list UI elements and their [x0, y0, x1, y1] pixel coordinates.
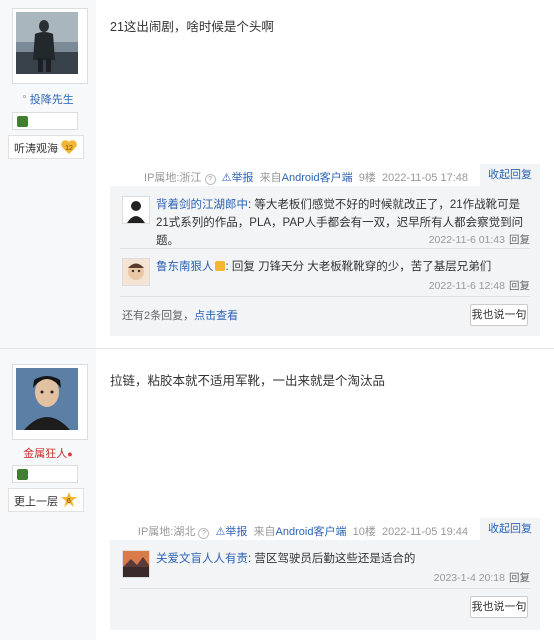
reply-list: 背着剑的江湖郎中: 等大老板们感觉不好的时候就改正了，21作战靴可是21式系列的…: [110, 186, 540, 336]
more-replies-text: 还有2条回复，: [122, 310, 195, 322]
level-icon: [17, 469, 28, 480]
reply-item: 关爱文盲人人有责: 营区驾驶员后勤这些还是适合的 2023-1-4 20:18 回…: [120, 550, 530, 584]
reply-text: : 营区驾驶员后勤这些还是适合的: [248, 553, 416, 565]
reply-link[interactable]: 回复: [509, 572, 530, 584]
author-avatar[interactable]: [12, 364, 88, 440]
lips-icon: ●: [67, 449, 73, 459]
reply-body: 关爱文盲人人有责: 营区驾驶员后勤这些还是适合的: [156, 550, 530, 568]
avatar-image: [16, 12, 78, 74]
member-badge[interactable]: 更上一层 6: [8, 488, 84, 512]
help-icon: ?: [198, 528, 210, 539]
post-time: 2022-11-05 17:48: [381, 172, 468, 184]
post-floor-9: ° 投降先生 听涛观海 12 21这出闹剧，啥时候是个头啊 IP属地:浙江 ? …: [0, 0, 554, 348]
report-link[interactable]: 举报: [225, 526, 247, 538]
ip-location: IP属地:湖北: [137, 526, 196, 538]
reply-link[interactable]: 回复: [509, 234, 530, 246]
floor-number: 10楼: [352, 526, 376, 538]
reply-divider: [120, 248, 530, 249]
post-content: 拉链，粘胶本就不适用军靴，一出来就是个淘汰品: [110, 374, 386, 388]
reply-meta: 2022-11-6 12:48 回复: [429, 278, 530, 293]
author-name[interactable]: 金属狂人●: [0, 445, 96, 461]
badge-text: 更上一层: [14, 496, 58, 508]
reply-body: 鲁东南狠人 : 回复 刀锋天分 大老板靴靴穿的少，苦了基层兄弟们: [156, 258, 530, 276]
author-panel: ° 投降先生 听涛观海 12: [0, 0, 96, 348]
say-something-button[interactable]: 我也说一句: [470, 304, 528, 326]
reply-divider: [120, 296, 530, 297]
client-link[interactable]: Android客户端: [276, 526, 347, 538]
reply-list: 关爱文盲人人有责: 营区驾驶员后勤这些还是适合的 2023-1-4 20:18 回…: [110, 540, 540, 630]
reply-avatar[interactable]: [122, 258, 150, 286]
badge-text: 听涛观海: [14, 143, 58, 155]
warning-icon: ⚠: [215, 526, 226, 538]
name-prefix: °: [22, 94, 27, 106]
level-box[interactable]: [12, 112, 78, 130]
level-box[interactable]: [12, 465, 78, 483]
post-floor-10: 金属狂人● 更上一层 6 拉链，粘胶本就不适用军靴，一出来就是个淘汰品 IP属地…: [0, 349, 554, 640]
warning-icon: ⚠: [221, 172, 232, 184]
level-icon: [17, 116, 28, 127]
reply-author[interactable]: 鲁东南狠人: [156, 261, 214, 273]
collapse-replies-button[interactable]: 收起回复: [480, 518, 540, 540]
reply-time: 2023-1-4 20:18: [433, 572, 505, 584]
vip-icon: [214, 261, 225, 271]
reply-time: 2022-11-6 01:43: [428, 234, 505, 246]
post-meta: IP属地:湖北 ? ⚠举报 来自Android客户端 10楼 2022-11-0…: [138, 523, 468, 539]
reply-author[interactable]: 关爱文盲人人有责: [156, 553, 248, 565]
post-meta: IP属地:浙江 ? ⚠举报 来自Android客户端 9楼 2022-11-05…: [144, 169, 468, 185]
member-badge[interactable]: 听涛观海 12: [8, 135, 84, 159]
post-time: 2022-11-05 19:44: [381, 526, 468, 538]
author-panel: 金属狂人● 更上一层 6: [0, 349, 96, 640]
avatar-image: [16, 368, 78, 430]
badge-level: 12: [65, 145, 73, 152]
badge-level: 6: [67, 498, 71, 505]
author-avatar[interactable]: [12, 8, 88, 84]
author-name[interactable]: ° 投降先生: [0, 91, 96, 107]
reply-meta: 2023-1-4 20:18 回复: [434, 570, 530, 585]
author-name-text[interactable]: 投降先生: [30, 94, 74, 106]
reply-time: 2022-11-6 12:48: [428, 280, 505, 292]
author-name-text[interactable]: 金属狂人: [23, 448, 67, 460]
ip-location: IP属地:浙江: [144, 172, 202, 184]
say-something-button[interactable]: 我也说一句: [470, 596, 528, 618]
level-star-icon: 6: [61, 492, 77, 507]
reply-item: 背着剑的江湖郎中: 等大老板们感觉不好的时候就改正了，21作战靴可是21式系列的…: [120, 196, 530, 247]
view-more-link[interactable]: 点击查看: [194, 310, 238, 322]
more-replies: 还有2条回复，点击查看: [122, 307, 238, 323]
floor-number: 9楼: [358, 172, 376, 184]
client-prefix: 来自: [259, 172, 282, 184]
client-link[interactable]: Android客户端: [282, 172, 353, 184]
reply-meta: 2022-11-6 01:43 回复: [429, 232, 530, 247]
post-content: 21这出闹剧，啥时候是个头啊: [110, 20, 274, 34]
level-heart-icon: 12: [61, 140, 77, 154]
reply-avatar[interactable]: [122, 550, 150, 578]
help-icon: ?: [204, 174, 216, 185]
client-prefix: 来自: [253, 526, 276, 538]
reply-avatar[interactable]: [122, 196, 150, 224]
reply-divider: [120, 588, 530, 589]
reply-author[interactable]: 背着剑的江湖郎中: [156, 199, 248, 211]
report-link[interactable]: 举报: [232, 172, 254, 184]
collapse-replies-button[interactable]: 收起回复: [480, 164, 540, 186]
reply-item: 鲁东南狠人 : 回复 刀锋天分 大老板靴靴穿的少，苦了基层兄弟们 2022-11-…: [120, 258, 530, 292]
reply-link[interactable]: 回复: [509, 280, 530, 292]
reply-text: : 回复 刀锋天分 大老板靴靴穿的少，苦了基层兄弟们: [225, 261, 492, 273]
